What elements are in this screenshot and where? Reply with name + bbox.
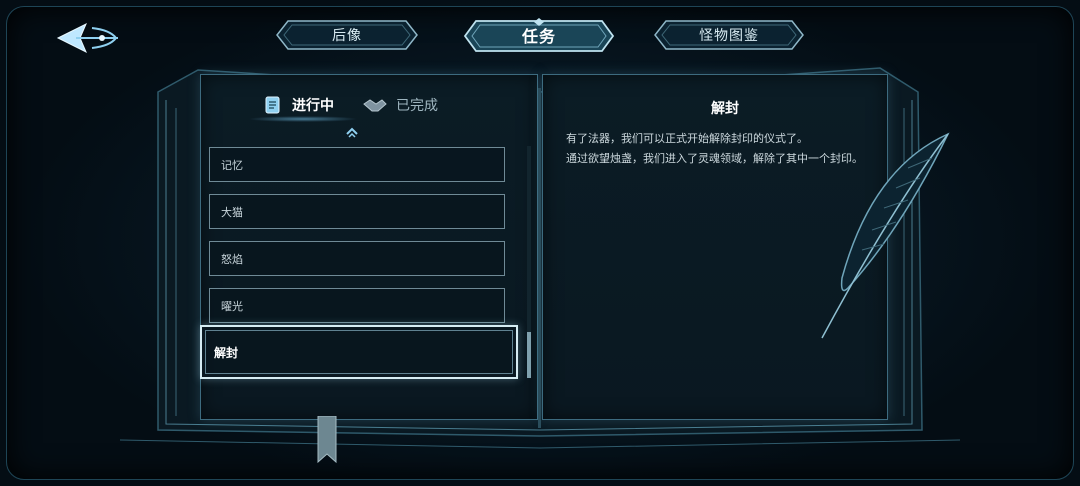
bookmark-ribbon [317, 416, 337, 464]
quest-detail-line-1: 有了法器，我们可以正式开始解除封印的仪式了。 [566, 132, 808, 145]
quest-item-memory[interactable]: 记忆 [209, 147, 505, 182]
tab-quests-label: 任务 [521, 27, 556, 46]
handshake-icon [363, 99, 387, 112]
quest-status-tabs: 进行中 已完成 [248, 90, 482, 122]
scroll-up-button[interactable] [345, 124, 359, 138]
book-spine [538, 88, 541, 428]
tab-afterimage-label: 后像 [332, 28, 362, 44]
quill-feather-icon [821, 132, 950, 339]
scrollbar-thumb[interactable] [527, 332, 531, 378]
scroll-icon [265, 96, 280, 114]
quest-item-radiance[interactable]: 曜光 [209, 288, 505, 323]
tab-completed[interactable]: 已完成 [362, 90, 438, 120]
quest-detail-title: 解封 [711, 101, 739, 117]
tab-completed-label: 已完成 [396, 98, 438, 114]
quest-item-big-cat[interactable]: 大猫 [209, 194, 505, 229]
tab-in-progress[interactable]: 进行中 [248, 90, 358, 122]
quest-list-scrollbar[interactable] [527, 146, 531, 378]
quest-item-wrath-flame[interactable]: 怒焰 [209, 241, 505, 276]
tab-in-progress-label: 进行中 [292, 98, 334, 114]
tab-bestiary-label: 怪物图鉴 [699, 28, 759, 44]
quest-item-unseal[interactable]: 解封 [200, 325, 518, 379]
chevron-up-icon [346, 127, 358, 138]
